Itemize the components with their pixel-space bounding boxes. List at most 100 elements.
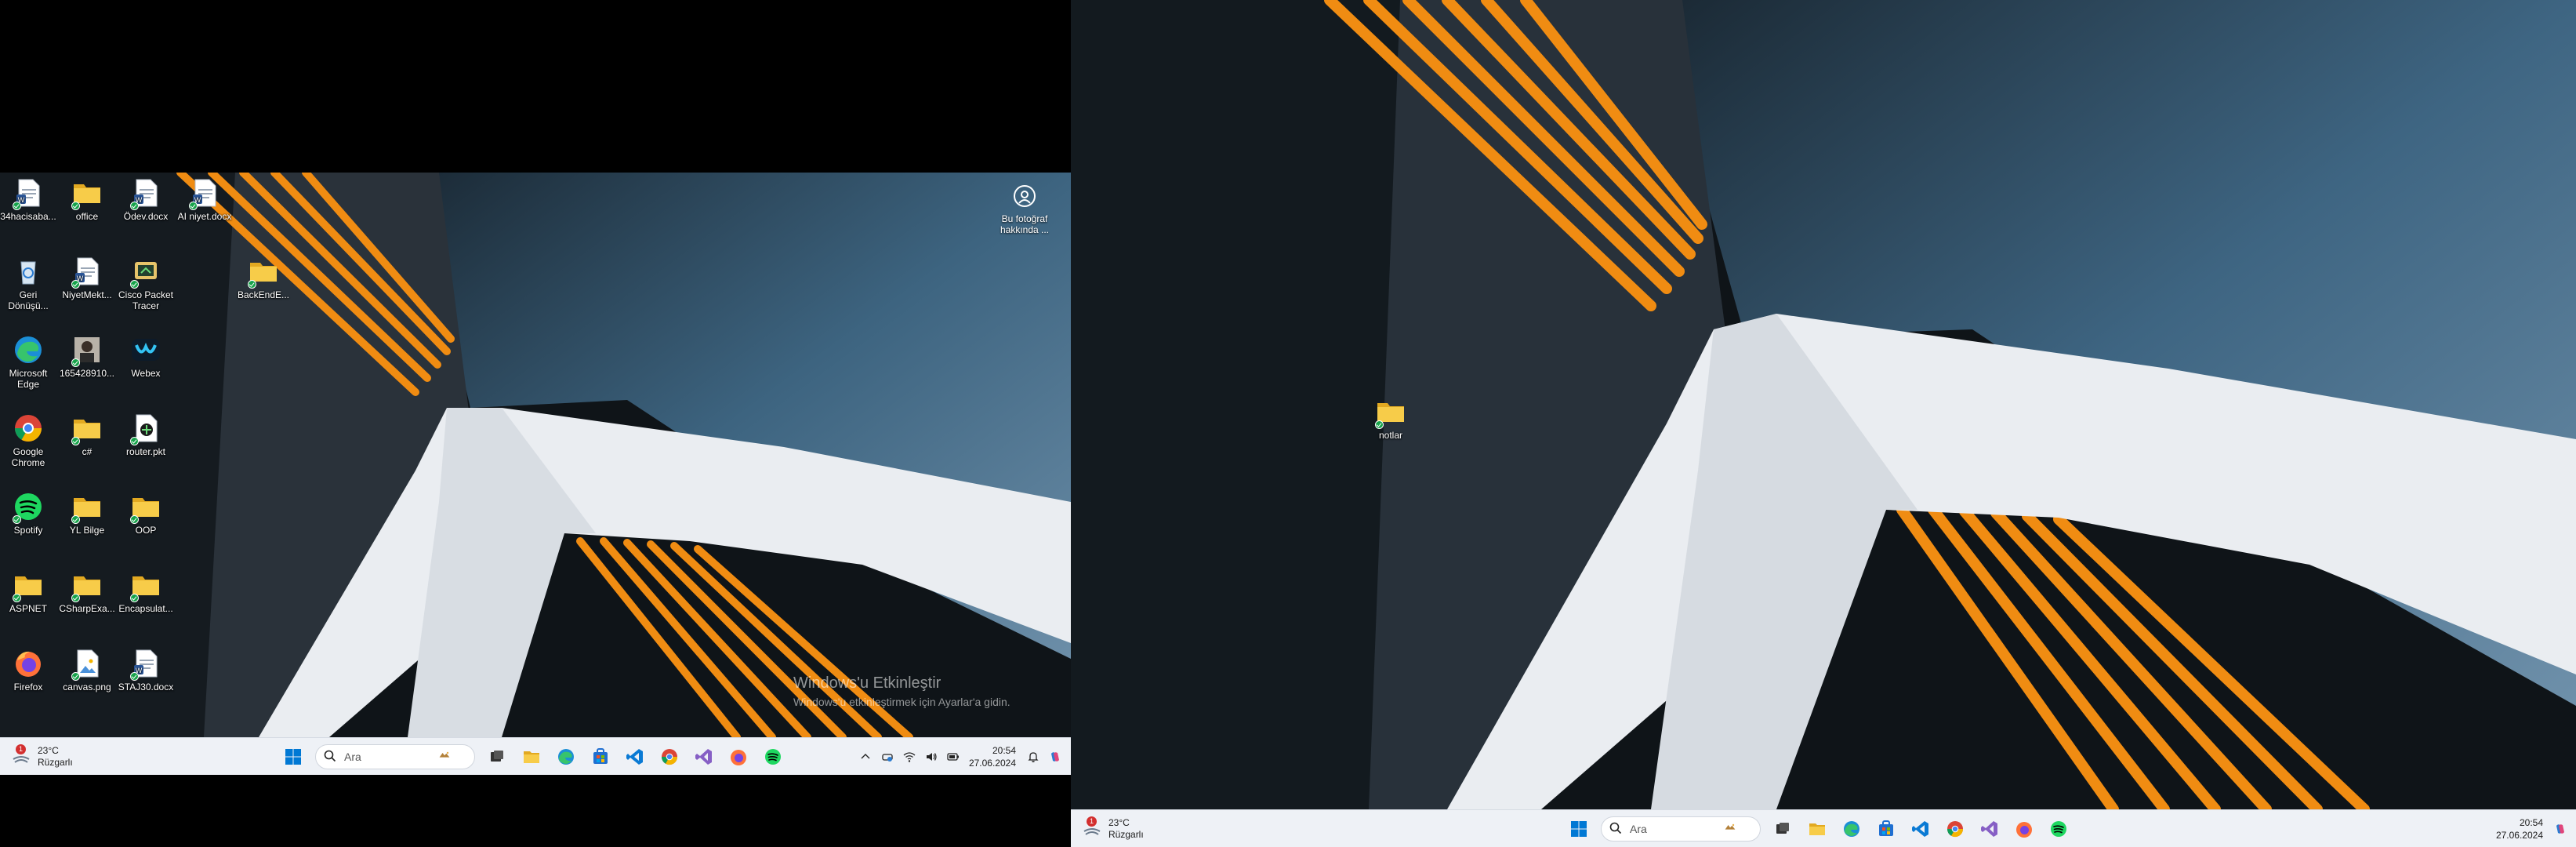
weather-widget[interactable]: 1 23°C Rüzgarlı (1082, 816, 1144, 842)
sync-status-icon (71, 202, 80, 210)
sync-status-icon (13, 515, 21, 524)
monitor-2-desktop: notlar 1 23°C Rüzgarlı Ara 20:54 27.06.2024 (1071, 0, 2576, 847)
desktop-icon-ödev-docx[interactable]: W Ödev.docx (118, 177, 174, 222)
clock-time: 20:54 (2519, 817, 2543, 828)
taskbar-firefox-button[interactable] (2008, 813, 2040, 845)
taskbar-firefox-button[interactable] (723, 741, 754, 772)
desktop-icon-label: 34hacisaba... (0, 211, 56, 222)
about-photo-label: Bu fotoğraf hakkında ... (1000, 213, 1050, 235)
taskbar-spotify-button[interactable] (757, 741, 789, 772)
desktop-icon-label: Webex (131, 368, 161, 379)
taskbar-visual-studio-button[interactable] (688, 741, 720, 772)
cisco-icon (130, 256, 161, 289)
taskbar-edge-button[interactable] (550, 741, 582, 772)
search-icon (1609, 822, 1630, 837)
taskbar-clock[interactable]: 20:54 27.06.2024 (969, 744, 1016, 769)
edge-icon (13, 334, 44, 365)
taskbar-search-box[interactable]: Ara (315, 744, 475, 769)
desktop-icon-staj30-docx[interactable]: W STAJ30.docx (118, 648, 174, 693)
wifi-icon[interactable] (901, 748, 918, 765)
chrome-icon (13, 413, 44, 444)
desktop-icon-office[interactable]: office (59, 177, 115, 222)
visual-studio-icon (1980, 820, 1999, 838)
taskbar-task-view-button[interactable] (1767, 813, 1798, 845)
copilot-icon[interactable] (1047, 748, 1064, 765)
desktop-icon-yl-bilge[interactable]: YL Bilge (59, 491, 115, 536)
battery-icon[interactable] (945, 748, 962, 765)
desktop-icon-encapsulat[interactable]: Encapsulat... (118, 569, 174, 614)
desktop-icon-ai-niyet-docx[interactable]: W AI niyet.docx (176, 177, 233, 222)
clock-date: 27.06.2024 (968, 758, 1016, 769)
desktop-icon-google-chrome[interactable]: Google Chrome (0, 413, 56, 468)
system-tray: 20:54 27.06.2024 (854, 738, 1066, 775)
network-drive-icon[interactable] (879, 748, 896, 765)
taskbar-store-button[interactable] (585, 741, 616, 772)
weather-desc: Rüzgarlı (1108, 829, 1144, 840)
desktop-icon-notlar[interactable]: notlar (1362, 396, 1419, 441)
copilot-icon[interactable] (2552, 820, 2569, 838)
taskbar: 1 23°C Rüzgarlı Ara 20:54 27.06.2024 (1071, 809, 2576, 847)
desktop-icon-c[interactable]: c# (59, 413, 115, 457)
webex-icon (130, 334, 161, 365)
desktop-icon-label: BackEndE... (237, 289, 290, 300)
desktop-icon-cisco-packet-tracer[interactable]: Cisco Packet Tracer (118, 256, 174, 311)
taskbar-windows-start-button[interactable] (278, 741, 309, 772)
weather-desc: Rüzgarlı (38, 757, 73, 768)
desktop-icon-label: Cisco Packet Tracer (118, 289, 174, 311)
taskbar-store-button[interactable] (1870, 813, 1902, 845)
desktop-icon-webex[interactable]: Webex (118, 334, 174, 379)
taskbar-visual-studio-button[interactable] (1974, 813, 2005, 845)
folder-icon (71, 177, 103, 210)
firefox-icon (13, 648, 44, 679)
edge-icon (557, 747, 575, 766)
desktop-icon-niyetmekt[interactable]: W NiyetMekt... (59, 256, 115, 300)
desktop-icon-165428910[interactable]: 165428910... (59, 334, 115, 379)
taskbar-spotify-button[interactable] (2043, 813, 2074, 845)
sync-status-icon (130, 672, 139, 681)
taskbar-search-box[interactable]: Ara (1601, 816, 1761, 842)
taskbar-app-area: Ara (276, 738, 790, 775)
taskbar-edge-button[interactable] (1836, 813, 1867, 845)
desktop-icon-backende[interactable]: BackEndE... (235, 256, 292, 300)
sync-status-icon (71, 280, 80, 289)
docfile-icon: W (71, 256, 103, 289)
about-photo-button[interactable]: Bu fotoğraf hakkında ... (989, 184, 1060, 235)
taskbar-vscode-button[interactable] (619, 741, 651, 772)
desktop-icon-label: ASPNET (9, 603, 47, 614)
taskbar-chrome-button[interactable] (654, 741, 685, 772)
taskbar-clock[interactable]: 20:54 27.06.2024 (2496, 816, 2543, 842)
folder-icon (71, 413, 103, 445)
desktop-icon-microsoft-edge[interactable]: Microsoft Edge (0, 334, 56, 390)
weather-temp: 23°C (38, 745, 59, 756)
weather-alert-badge: 1 (1087, 816, 1097, 827)
taskbar-file-explorer-button[interactable] (516, 741, 547, 772)
notification-bell-icon[interactable] (1025, 748, 1042, 765)
sync-status-icon (130, 202, 139, 210)
desktop-icon-router-pkt[interactable]: router.pkt (118, 413, 174, 457)
docfile-icon: W (130, 648, 161, 681)
desktop-icon-label: notlar (1378, 430, 1403, 441)
desktop-icon-oop[interactable]: OOP (118, 491, 174, 536)
desktop-icon-firefox[interactable]: Firefox (0, 648, 56, 693)
desktop-icon-geri-dönüşü[interactable]: Geri Dönüşü... (0, 256, 56, 311)
desktop-icon-csharpexa[interactable]: CSharpExa... (59, 569, 115, 614)
docfile-icon: W (13, 177, 44, 210)
taskbar-chrome-button[interactable] (1939, 813, 1971, 845)
taskbar-task-view-button[interactable] (481, 741, 513, 772)
volume-icon[interactable] (923, 748, 940, 765)
desktop-icon-canvas-png[interactable]: canvas.png (59, 648, 115, 693)
folder-icon (71, 569, 103, 602)
photo-icon (71, 334, 103, 367)
weather-widget[interactable]: 1 23°C Rüzgarlı (11, 744, 73, 769)
weather-alert-badge: 1 (16, 744, 26, 754)
taskbar-windows-start-button[interactable] (1563, 813, 1595, 845)
desktop-icon-label: c# (82, 446, 93, 457)
desktop-icon-spotify[interactable]: Spotify (0, 491, 56, 536)
taskbar-vscode-button[interactable] (1905, 813, 1936, 845)
desktop-icon-aspnet[interactable]: ASPNET (0, 569, 56, 614)
sync-status-icon (13, 594, 21, 602)
desktop-icon-34hacisaba[interactable]: W 34hacisaba... (0, 177, 56, 222)
sync-status-icon (1375, 420, 1384, 429)
chevron-up-icon[interactable] (857, 748, 874, 765)
taskbar-file-explorer-button[interactable] (1801, 813, 1833, 845)
